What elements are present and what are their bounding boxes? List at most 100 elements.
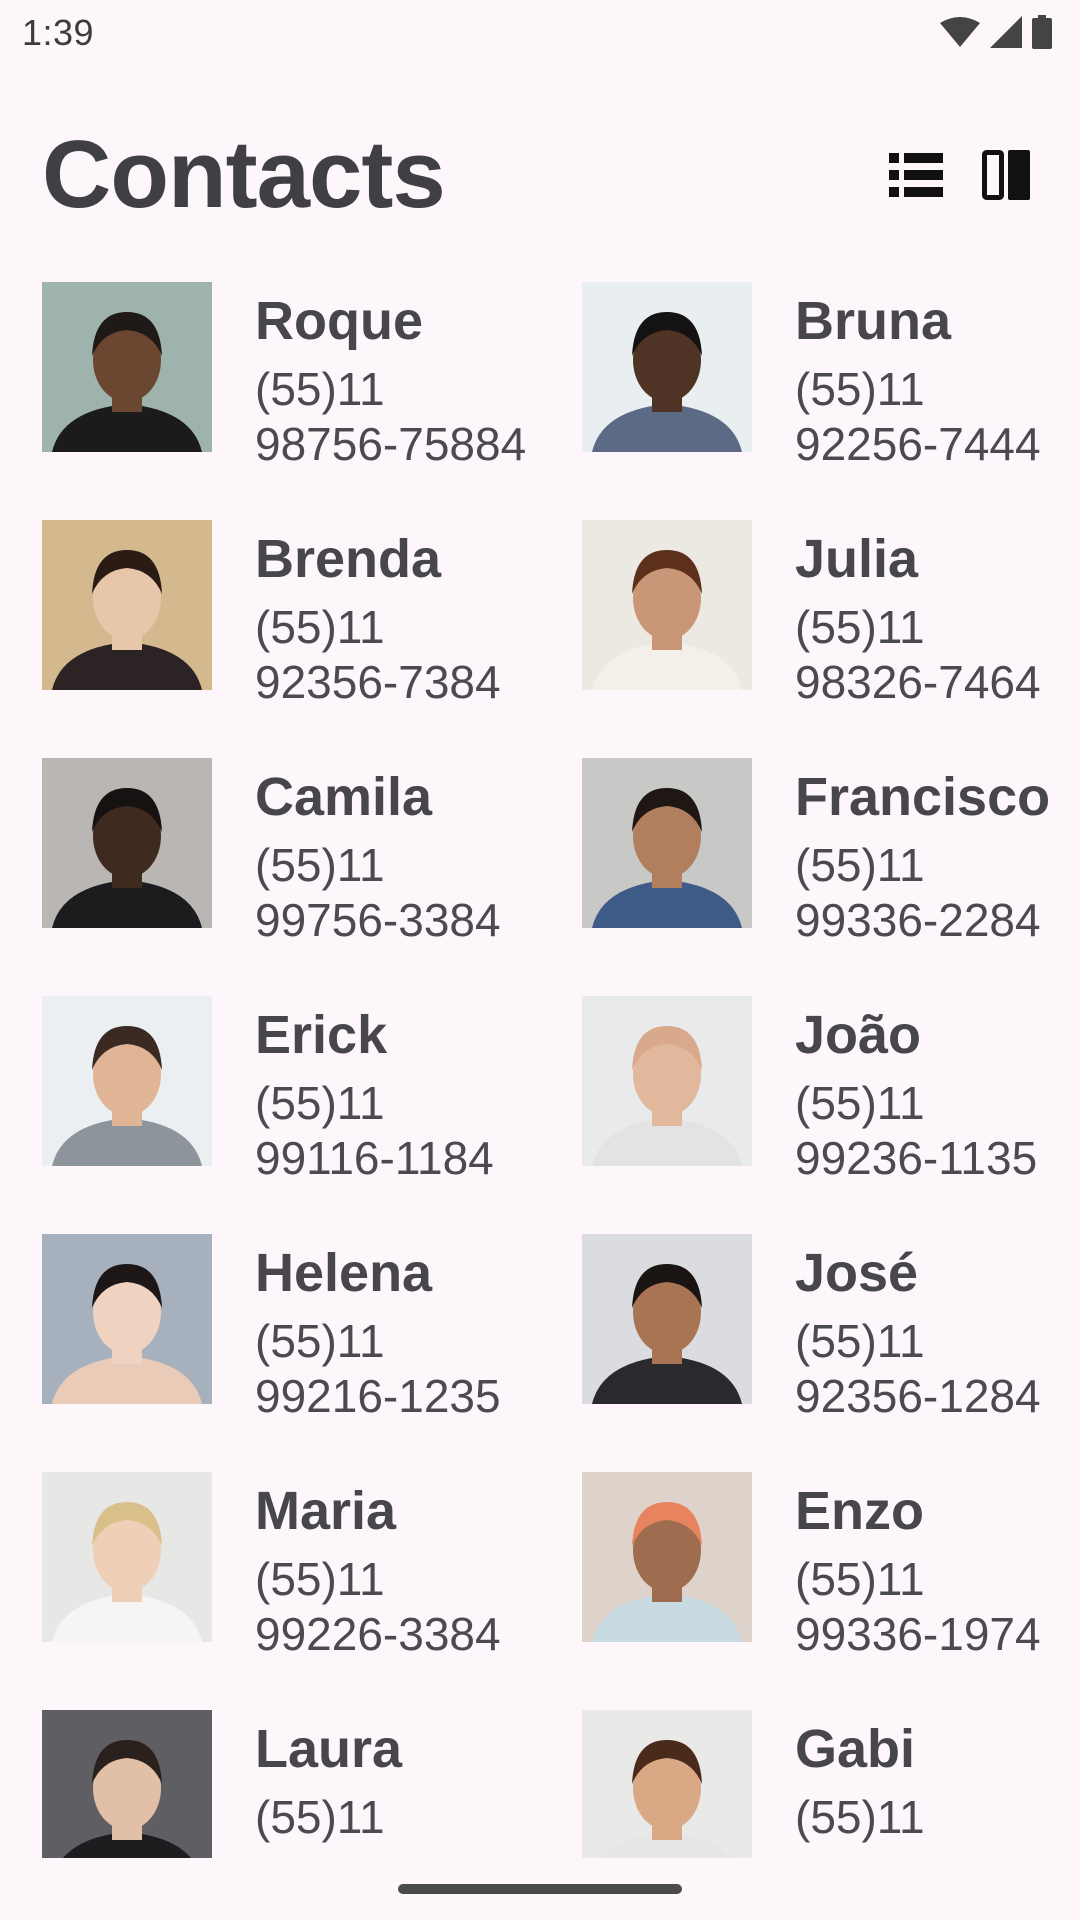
phone-area-code: (55)11 bbox=[255, 839, 385, 891]
contact-phone: (55)11 99756-3384 bbox=[255, 838, 501, 948]
battery-icon bbox=[1032, 15, 1052, 49]
phone-area-code: (55)11 bbox=[795, 363, 925, 415]
contact-photo bbox=[582, 1234, 752, 1404]
contact-photo bbox=[42, 1710, 212, 1880]
contact-photo bbox=[582, 1472, 752, 1642]
contact-card[interactable]: Roque (55)11 98756-75884 bbox=[42, 282, 582, 520]
list-view-icon bbox=[889, 153, 943, 197]
phone-number: 92356-1284 bbox=[795, 1370, 1041, 1422]
contact-name: Camila bbox=[255, 767, 433, 827]
contact-photo bbox=[42, 758, 212, 928]
contact-phone: (55)11 bbox=[255, 1790, 402, 1845]
grid-view-button[interactable] bbox=[976, 145, 1036, 205]
contact-card[interactable]: Maria (55)11 99226-3384 bbox=[42, 1472, 582, 1710]
status-time: 1:39 bbox=[22, 12, 95, 53]
contact-name: Brenda bbox=[255, 529, 442, 589]
phone-number: 92356-7384 bbox=[255, 656, 501, 708]
status-icons bbox=[940, 15, 1052, 49]
page-title: Contacts bbox=[42, 121, 446, 228]
phone-number: 99226-3384 bbox=[255, 1608, 501, 1660]
contact-name: Gabi bbox=[795, 1719, 916, 1779]
contact-card[interactable]: Helena (55)11 99216-1235 bbox=[42, 1234, 582, 1472]
contact-name: Roque bbox=[255, 291, 423, 351]
phone-area-code: (55)11 bbox=[795, 601, 925, 653]
contact-info: Bruna (55)11 92256-7444 bbox=[795, 294, 1041, 472]
phone-number: 99216-1235 bbox=[255, 1370, 501, 1422]
contact-photo bbox=[582, 520, 752, 690]
contact-info: Francisco (55)11 99336-2284 bbox=[795, 770, 1050, 948]
phone-number: 92256-7444 bbox=[795, 418, 1041, 470]
phone-number: 99336-2284 bbox=[795, 894, 1041, 946]
contacts-screen: 1:39 Contacts Roque (55)11 98756-75884 B… bbox=[0, 0, 1080, 1920]
phone-area-code: (55)11 bbox=[255, 363, 385, 415]
contact-info: Laura (55)11 bbox=[255, 1722, 402, 1845]
contact-photo bbox=[582, 282, 752, 452]
phone-area-code: (55)11 bbox=[255, 1791, 385, 1843]
contact-card[interactable]: João (55)11 99236-1135 bbox=[582, 996, 1052, 1234]
contact-phone: (55)11 99336-1974 bbox=[795, 1552, 1041, 1662]
contact-name: João bbox=[795, 1005, 922, 1065]
phone-area-code: (55)11 bbox=[795, 1553, 925, 1605]
list-view-button[interactable] bbox=[886, 145, 946, 205]
contact-info: José (55)11 92356-1284 bbox=[795, 1246, 1041, 1424]
contact-photo bbox=[42, 1234, 212, 1404]
contact-name: Erick bbox=[255, 1005, 388, 1065]
contact-info: Roque (55)11 98756-75884 bbox=[255, 294, 526, 472]
contact-info: João (55)11 99236-1135 bbox=[795, 1008, 1037, 1186]
contact-info: Camila (55)11 99756-3384 bbox=[255, 770, 501, 948]
phone-number: 99236-1135 bbox=[795, 1132, 1038, 1184]
phone-area-code: (55)11 bbox=[255, 1553, 385, 1605]
contact-photo bbox=[42, 996, 212, 1166]
contact-photo bbox=[582, 758, 752, 928]
contact-phone: (55)11 99226-3384 bbox=[255, 1552, 501, 1662]
contact-name: Laura bbox=[255, 1719, 403, 1779]
contact-info: Gabi (55)11 bbox=[795, 1722, 925, 1845]
phone-area-code: (55)11 bbox=[255, 1077, 385, 1129]
contact-name: Maria bbox=[255, 1481, 397, 1541]
phone-area-code: (55)11 bbox=[795, 1315, 925, 1367]
contact-info: Brenda (55)11 92356-7384 bbox=[255, 532, 501, 710]
contact-phone: (55)11 99116-1184 bbox=[255, 1076, 494, 1186]
contact-name: Julia bbox=[795, 529, 919, 589]
status-bar: 1:39 bbox=[0, 0, 1080, 64]
contact-name: Francisco bbox=[795, 767, 1051, 827]
phone-area-code: (55)11 bbox=[255, 1315, 385, 1367]
contact-card[interactable]: Camila (55)11 99756-3384 bbox=[42, 758, 582, 996]
contact-phone: (55)11 99336-2284 bbox=[795, 838, 1050, 948]
contact-info: Enzo (55)11 99336-1974 bbox=[795, 1484, 1041, 1662]
home-indicator[interactable] bbox=[398, 1884, 682, 1894]
phone-area-code: (55)11 bbox=[795, 839, 925, 891]
phone-area-code: (55)11 bbox=[795, 1077, 925, 1129]
contact-phone: (55)11 98326-7464 bbox=[795, 600, 1041, 710]
contact-card[interactable]: Julia (55)11 98326-7464 bbox=[582, 520, 1052, 758]
contact-photo bbox=[42, 282, 212, 452]
contact-name: Enzo bbox=[795, 1481, 924, 1541]
contact-info: Julia (55)11 98326-7464 bbox=[795, 532, 1041, 710]
contact-photo bbox=[582, 996, 752, 1166]
contact-phone: (55)11 92356-1284 bbox=[795, 1314, 1041, 1424]
app-header: Contacts bbox=[0, 110, 1080, 240]
contact-card[interactable]: Francisco (55)11 99336-2284 bbox=[582, 758, 1052, 996]
contact-phone: (55)11 92256-7444 bbox=[795, 362, 1041, 472]
contact-phone: (55)11 92356-7384 bbox=[255, 600, 501, 710]
contact-card[interactable]: Enzo (55)11 99336-1974 bbox=[582, 1472, 1052, 1710]
contact-photo bbox=[42, 520, 212, 690]
cellular-signal-icon bbox=[990, 16, 1022, 48]
contact-card[interactable]: Erick (55)11 99116-1184 bbox=[42, 996, 582, 1234]
two-column-view-icon bbox=[982, 150, 1030, 200]
contact-name: Bruna bbox=[795, 291, 952, 351]
contact-card[interactable]: José (55)11 92356-1284 bbox=[582, 1234, 1052, 1472]
contact-phone: (55)11 98756-75884 bbox=[255, 362, 526, 472]
phone-area-code: (55)11 bbox=[255, 601, 385, 653]
contact-card[interactable]: Bruna (55)11 92256-7444 bbox=[582, 282, 1052, 520]
wifi-icon bbox=[940, 17, 980, 47]
contact-info: Helena (55)11 99216-1235 bbox=[255, 1246, 501, 1424]
contact-photo bbox=[42, 1472, 212, 1642]
phone-number: 98756-75884 bbox=[255, 418, 527, 470]
contact-phone: (55)11 99216-1235 bbox=[255, 1314, 501, 1424]
contact-card[interactable]: Brenda (55)11 92356-7384 bbox=[42, 520, 582, 758]
contact-info: Erick (55)11 99116-1184 bbox=[255, 1008, 494, 1186]
phone-number: 99336-1974 bbox=[795, 1608, 1041, 1660]
contact-name: José bbox=[795, 1243, 919, 1303]
view-toggle-group bbox=[886, 145, 1036, 205]
